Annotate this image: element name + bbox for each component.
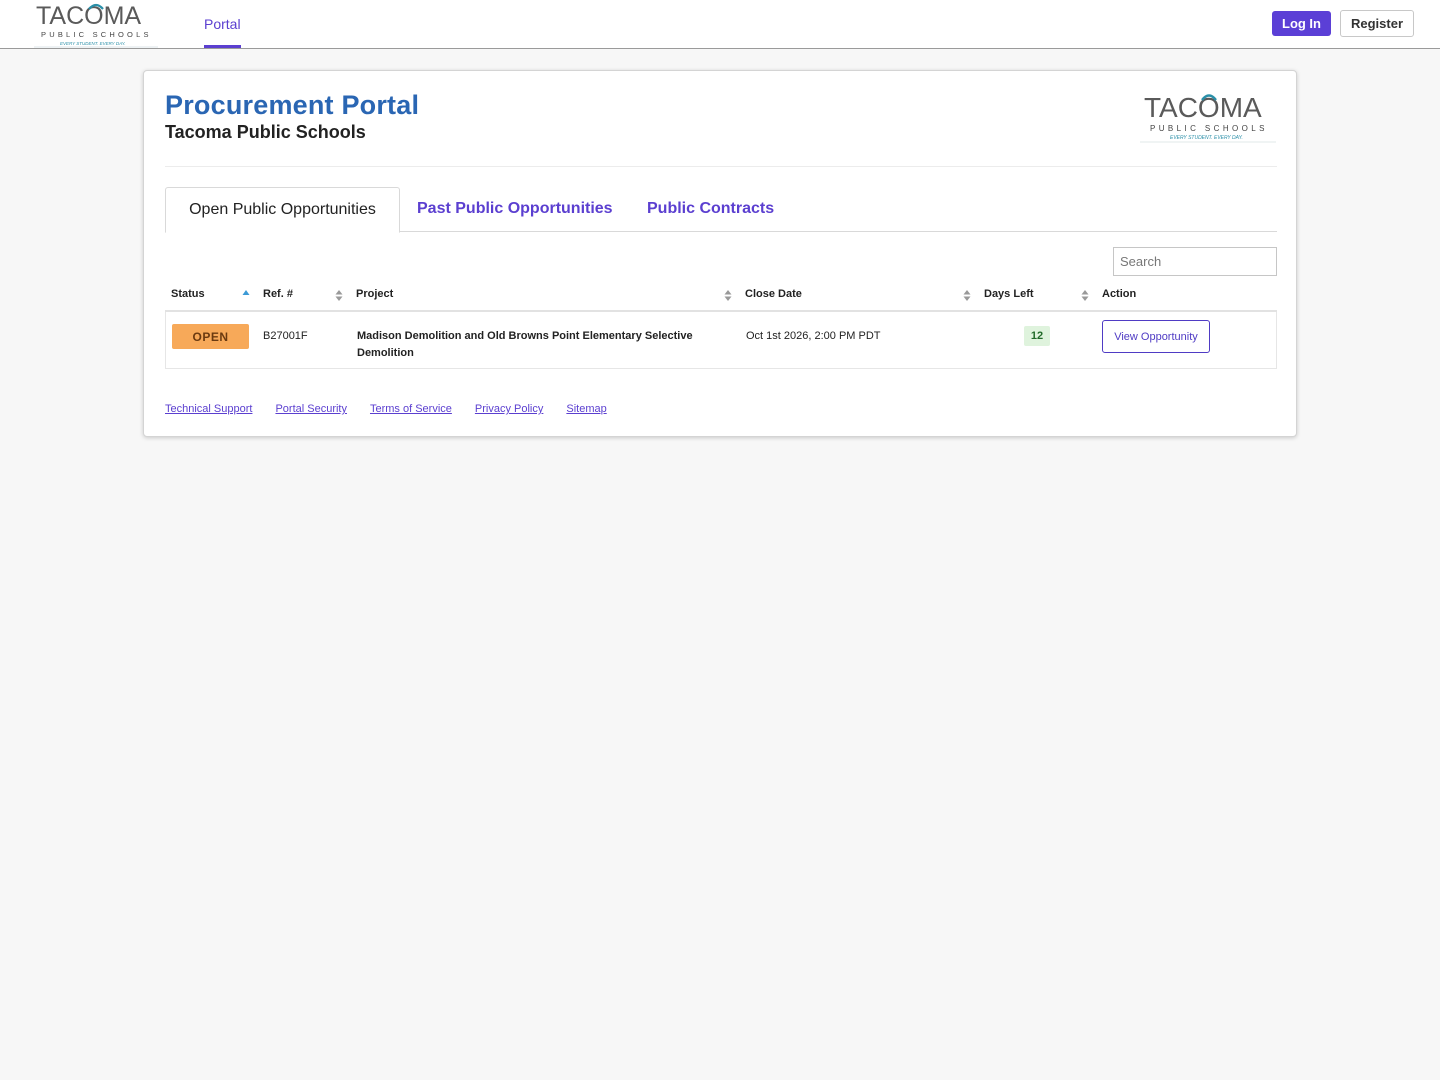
column-header-status[interactable]: Status [171, 288, 205, 304]
footer-links: Technical Support Portal Security Terms … [165, 403, 630, 415]
tab-public-contracts[interactable]: Public Contracts [647, 187, 774, 231]
tacoma-logo-large: TACOMA PUBLIC SCHOOLS EVERY STUDENT. EVE… [1140, 92, 1276, 143]
nav-portal-label: Portal [204, 15, 241, 32]
tacoma-logo[interactable]: TACOMA PUBLIC SCHOOLS EVERY STUDENT. EVE… [32, 0, 160, 48]
footer-link-terms-of-service[interactable]: Terms of Service [370, 403, 452, 415]
view-opportunity-button[interactable]: View Opportunity [1102, 320, 1210, 353]
nav-portal-link[interactable]: Portal [204, 0, 241, 48]
close-date: Oct 1st 2026, 2:00 PM PDT [746, 330, 881, 342]
page-subtitle: Tacoma Public Schools [165, 122, 366, 142]
column-header-days-left[interactable]: Days Left [984, 288, 1034, 304]
footer-link-technical-support[interactable]: Technical Support [165, 403, 252, 415]
login-button[interactable]: Log In [1272, 11, 1331, 36]
card-logo-wordmark: TACOMA [1144, 92, 1262, 123]
project-name: Madison Demolition and Old Browns Point … [357, 330, 693, 359]
status-badge: OPEN [172, 324, 249, 349]
sort-icon[interactable] [963, 287, 971, 303]
search-input[interactable] [1113, 247, 1277, 276]
procurement-card: Procurement Portal Tacoma Public Schools… [143, 70, 1297, 437]
column-header-project[interactable]: Project [356, 288, 393, 304]
top-navbar: TACOMA PUBLIC SCHOOLS EVERY STUDENT. EVE… [0, 0, 1440, 49]
sort-icon[interactable] [724, 287, 732, 303]
logo-tagline: EVERY STUDENT. EVERY DAY. [60, 41, 126, 46]
tab-past-opportunities[interactable]: Past Public Opportunities [417, 187, 613, 231]
footer-link-portal-security[interactable]: Portal Security [275, 403, 347, 415]
register-button[interactable]: Register [1340, 10, 1414, 37]
tab-open-opportunities[interactable]: Open Public Opportunities [165, 187, 400, 233]
footer-link-privacy-policy[interactable]: Privacy Policy [475, 403, 543, 415]
logo-wordmark: TACOMA [36, 2, 141, 30]
page-title: Procurement Portal [165, 90, 420, 120]
sort-icon[interactable] [335, 287, 343, 303]
footer-link-sitemap[interactable]: Sitemap [566, 403, 606, 415]
sort-icon[interactable] [1081, 287, 1089, 303]
divider [165, 166, 1277, 167]
days-left-badge: 12 [1024, 326, 1050, 346]
card-logo-tagline: EVERY STUDENT. EVERY DAY. [1170, 135, 1243, 141]
column-header-ref[interactable]: Ref. # [263, 288, 293, 304]
column-header-action: Action [1102, 288, 1137, 300]
logo-subtext: PUBLIC SCHOOLS [41, 30, 152, 39]
sort-ascending-icon[interactable] [242, 287, 250, 303]
ref-number: B27001F [263, 330, 308, 342]
card-logo-subtext: PUBLIC SCHOOLS [1150, 124, 1268, 133]
column-header-close-date[interactable]: Close Date [745, 288, 802, 304]
